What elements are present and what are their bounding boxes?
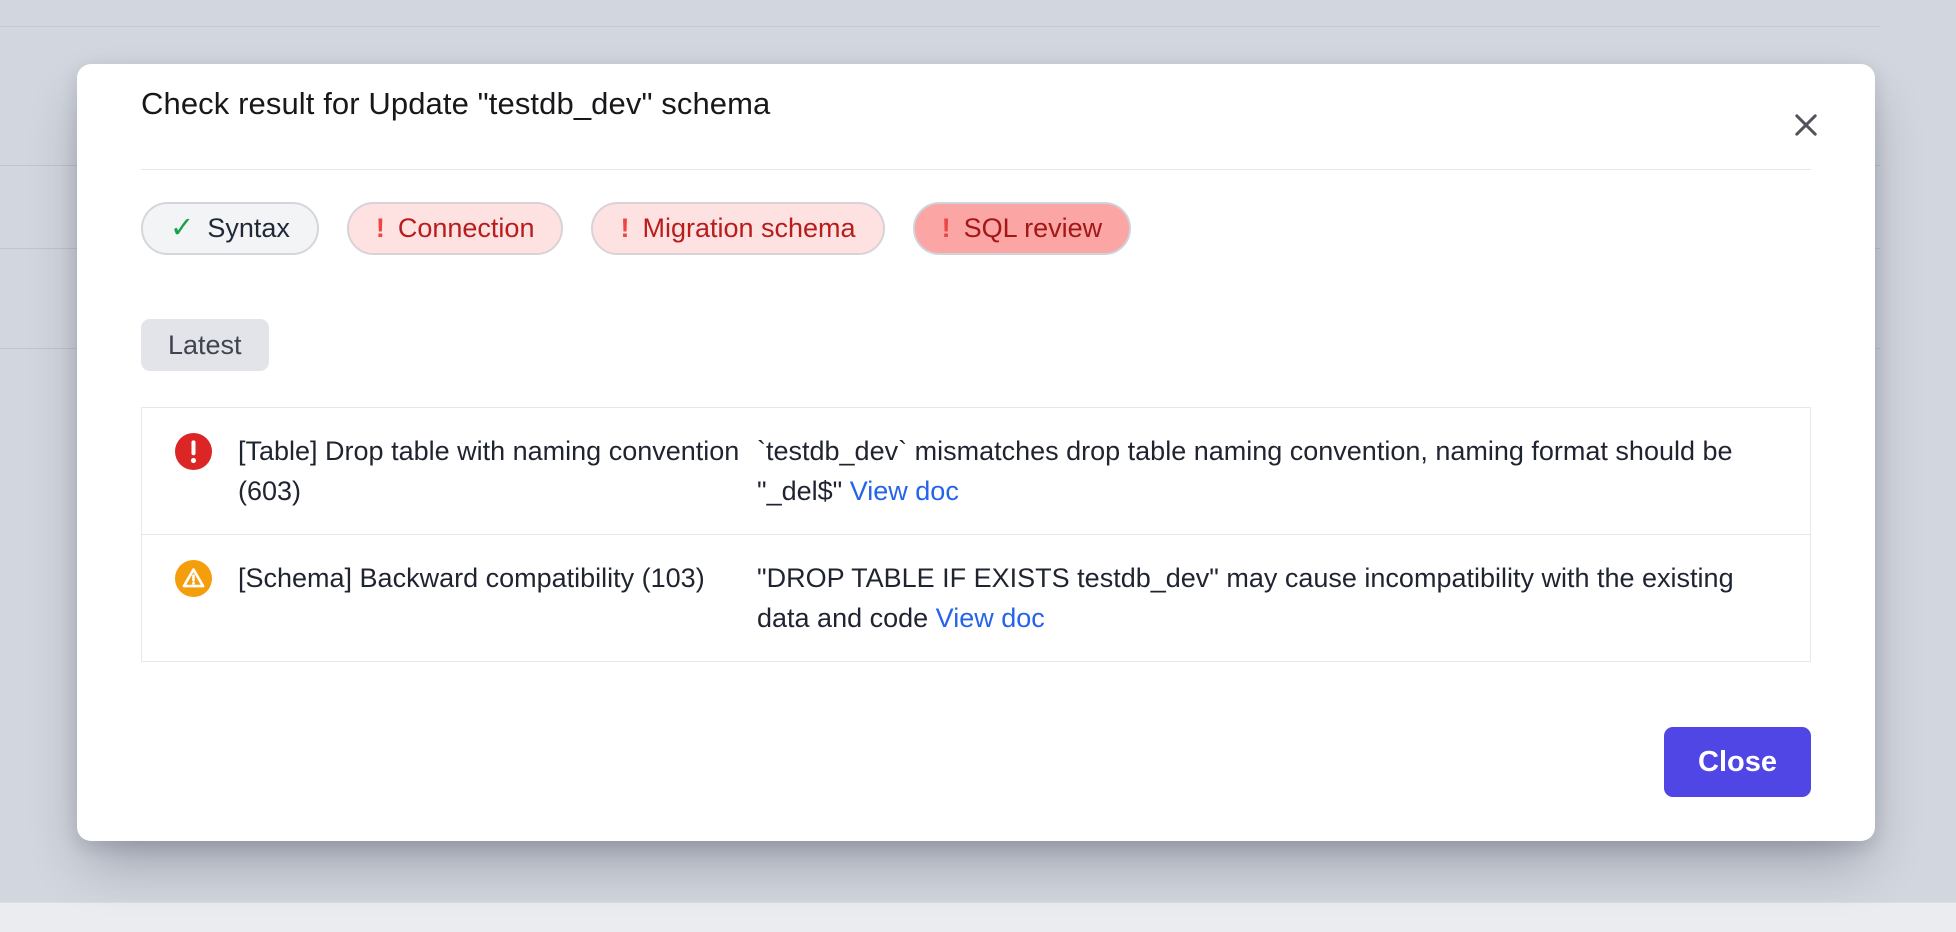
table-row: [Schema] Backward compatibility (103) "D…	[142, 534, 1810, 661]
view-doc-link[interactable]: View doc	[850, 476, 959, 506]
rule-message: `testdb_dev` mismatches drop table namin…	[757, 431, 1782, 511]
dialog-title: Check result for Update "testdb_dev" sch…	[141, 84, 1811, 124]
badge-label: Connection	[398, 215, 535, 242]
version-tabs: Latest	[141, 319, 1811, 371]
exclamation-icon: !	[376, 215, 385, 242]
close-button[interactable]: Close	[1664, 727, 1811, 797]
check-result-dialog: Check result for Update "testdb_dev" sch…	[77, 64, 1875, 841]
status-badges: ✓ Syntax ! Connection ! Migration schema…	[141, 202, 1811, 255]
background-table-line	[0, 26, 1880, 27]
status-badge-syntax[interactable]: ✓ Syntax	[141, 202, 319, 255]
close-icon[interactable]	[1783, 102, 1829, 148]
warning-icon	[175, 560, 212, 597]
rule-title: [Schema] Backward compatibility (103)	[238, 558, 743, 598]
table-row: [Table] Drop table with naming conventio…	[142, 408, 1810, 534]
view-doc-link[interactable]: View doc	[936, 603, 1045, 633]
exclamation-icon: !	[620, 215, 629, 242]
error-icon	[175, 433, 212, 470]
badge-label: Migration schema	[642, 215, 855, 242]
status-badge-connection[interactable]: ! Connection	[347, 202, 564, 255]
dialog-footer: Close	[141, 727, 1811, 797]
check-icon: ✓	[170, 214, 194, 243]
header-divider	[141, 169, 1811, 170]
check-result-table: [Table] Drop table with naming conventio…	[141, 407, 1811, 662]
badge-label: SQL review	[964, 215, 1103, 242]
badge-label: Syntax	[207, 215, 290, 242]
tab-latest[interactable]: Latest	[141, 319, 269, 371]
rule-title: [Table] Drop table with naming conventio…	[238, 431, 743, 511]
status-badge-migration-schema[interactable]: ! Migration schema	[591, 202, 884, 255]
status-badge-sql-review[interactable]: ! SQL review	[913, 202, 1132, 255]
exclamation-icon: !	[942, 215, 951, 242]
message-text: "DROP TABLE IF EXISTS testdb_dev" may ca…	[757, 563, 1734, 633]
rule-message: "DROP TABLE IF EXISTS testdb_dev" may ca…	[757, 558, 1782, 638]
background-footer-band	[0, 902, 1956, 932]
dialog-header: Check result for Update "testdb_dev" sch…	[141, 84, 1811, 124]
